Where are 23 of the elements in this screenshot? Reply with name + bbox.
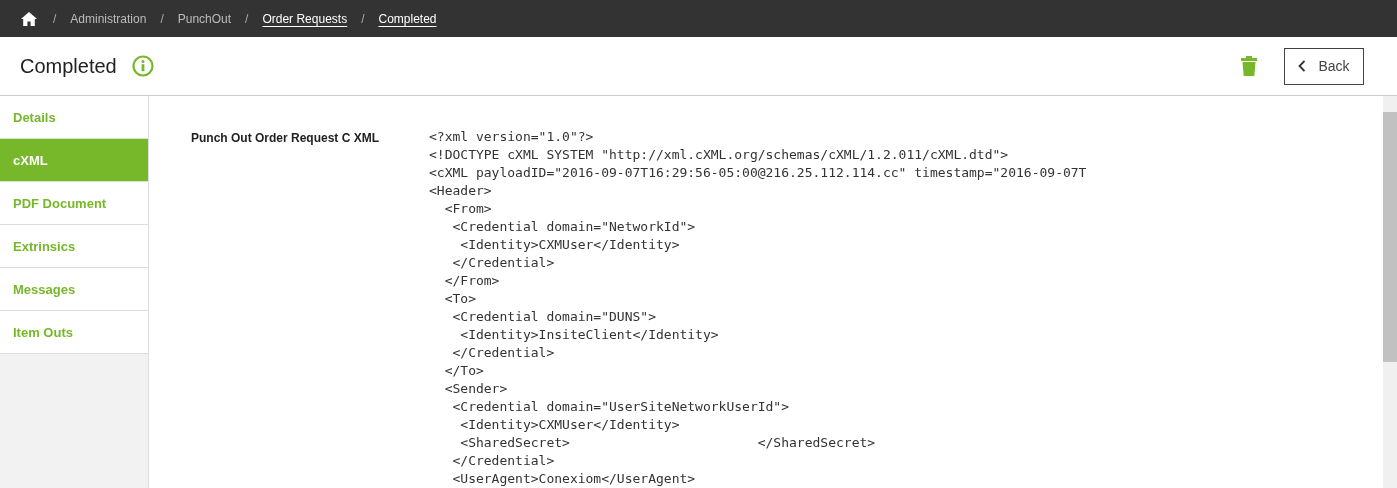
delete-icon[interactable] bbox=[1241, 56, 1257, 76]
info-icon[interactable] bbox=[131, 55, 154, 77]
breadcrumb-separator: / bbox=[160, 11, 164, 26]
field-label: Punch Out Order Request C XML bbox=[191, 131, 380, 147]
sidebar-item[interactable]: Messages bbox=[0, 268, 148, 311]
breadcrumb-separator: / bbox=[245, 11, 249, 26]
breadcrumb-separator: / bbox=[53, 11, 57, 26]
sidebar-item[interactable]: Details bbox=[0, 96, 148, 139]
breadcrumb-link[interactable]: Completed bbox=[378, 11, 437, 26]
breadcrumb-link[interactable]: Order Requests bbox=[262, 11, 348, 26]
home-icon[interactable] bbox=[21, 11, 37, 26]
breadcrumb-link[interactable]: Administration bbox=[70, 11, 147, 26]
back-button[interactable]: Back bbox=[1284, 47, 1364, 85]
breadcrumb-separator: / bbox=[361, 11, 365, 26]
sidebar-item[interactable]: Item Outs bbox=[0, 311, 148, 354]
chevron-left-icon bbox=[1298, 60, 1307, 72]
xml-content: <?xml version="1.0"?> <!DOCTYPE cXML SYSTEM "http://xml.cXML.org/schemas/cXML/1.2.011/cXML.dtd"> <cXML payloadID="2016-09-07T16:29:56-05:00@216.25.112.114.cc" timestamp="2016-09-07T <Header> <From> <Credential domain="NetworkId"> <Identity>CXMUser</Identity> </Credential> </From> <To> <Credential domain="DUNS"> <Identity>InsiteClient</Identity> </Credential> </To> <Sender> <Credential domain="UserSiteNetworkUserId"> <Identity>CXMUser</Identity> <SharedSecret> </SharedSecret> </Credential> <UserAgent>Conexiom</UserAgent> bbox=[429, 128, 1087, 488]
breadcrumb-link[interactable]: PunchOut bbox=[177, 11, 232, 26]
page-title: Completed bbox=[20, 54, 117, 78]
scrollbar[interactable] bbox=[1383, 96, 1397, 488]
sidebar-item[interactable]: PDF Document bbox=[0, 182, 148, 225]
sidebar-item[interactable]: Extrinsics bbox=[0, 225, 148, 268]
sidebar-item[interactable]: cXML bbox=[0, 139, 148, 182]
